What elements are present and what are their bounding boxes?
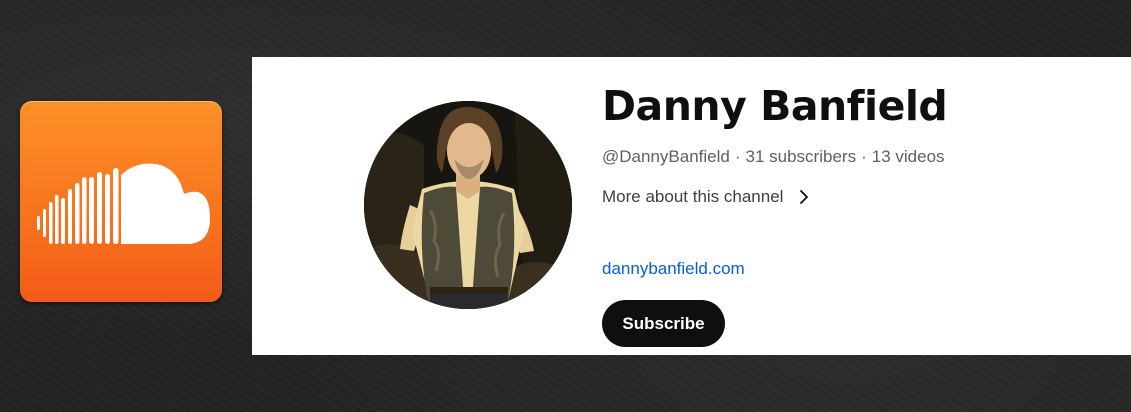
- meta-separator: ·: [734, 147, 741, 166]
- channel-website-link[interactable]: dannybanfield.com: [602, 259, 745, 279]
- channel-handle: @DannyBanfield: [602, 147, 730, 166]
- channel-info: Danny Banfield @DannyBanfield · 31 subscri…: [602, 81, 1102, 347]
- channel-meta: @DannyBanfield · 31 subscribers · 13 videos: [602, 147, 945, 167]
- avatar-photo-icon: [364, 101, 572, 309]
- soundcloud-cloud-icon: [37, 163, 210, 244]
- meta-separator: ·: [861, 147, 867, 166]
- chevron-right-icon: [797, 189, 811, 205]
- soundcloud-logo: [20, 101, 222, 302]
- subscriber-count: 31 subscribers: [745, 147, 857, 166]
- more-about-label: More about this channel: [602, 187, 784, 206]
- more-about-channel-link[interactable]: More about this channel: [602, 187, 811, 207]
- channel-name: Danny Banfield: [602, 82, 948, 130]
- video-count: 13 videos: [871, 147, 945, 166]
- channel-avatar[interactable]: [364, 101, 572, 309]
- subscribe-button[interactable]: Subscribe: [602, 300, 725, 347]
- channel-header-card: Danny Banfield @DannyBanfield · 31 subscri…: [252, 57, 1131, 355]
